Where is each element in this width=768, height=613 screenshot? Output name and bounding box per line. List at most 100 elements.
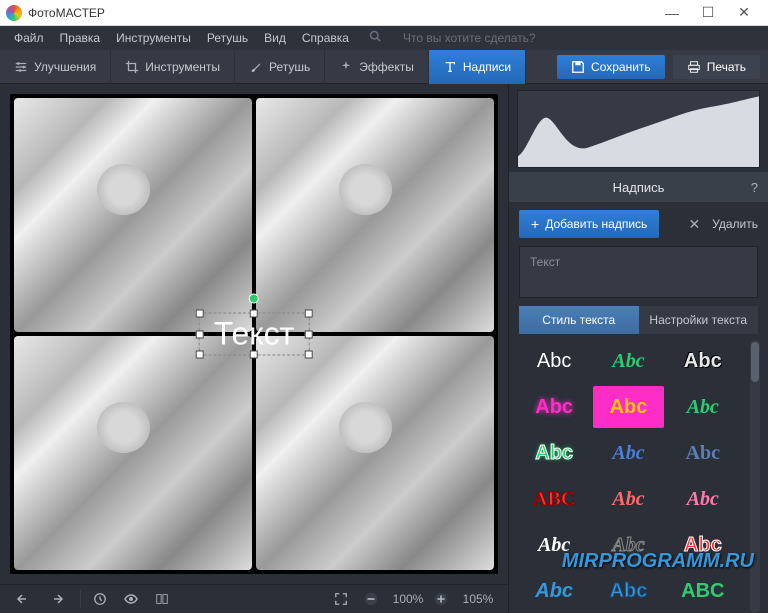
panel-title: Надпись bbox=[613, 180, 665, 195]
tab-tools[interactable]: Инструменты bbox=[111, 50, 235, 84]
x-icon: ✕ bbox=[688, 216, 700, 233]
brush-icon bbox=[249, 60, 263, 74]
save-icon bbox=[571, 60, 585, 74]
close-button[interactable]: ✕ bbox=[726, 0, 762, 26]
save-label: Сохранить bbox=[591, 60, 651, 74]
tab-enhance-label: Улучшения bbox=[34, 60, 96, 74]
minimize-button[interactable]: — bbox=[654, 0, 690, 26]
text-style-option[interactable]: Abc bbox=[519, 525, 589, 567]
overlay-text: Текст bbox=[214, 316, 295, 352]
search-placeholder[interactable]: Что вы хотите сделать? bbox=[395, 26, 544, 50]
text-style-option[interactable]: Abc bbox=[668, 432, 738, 474]
text-style-option[interactable]: Abc bbox=[593, 478, 663, 520]
crop-icon bbox=[125, 60, 139, 74]
text-style-option[interactable]: ABC bbox=[668, 571, 738, 613]
window-title: ФотоМАСТЕР bbox=[28, 6, 654, 20]
fit-screen-button[interactable] bbox=[328, 588, 354, 610]
print-icon bbox=[687, 60, 701, 74]
delete-caption-button[interactable]: ✕ Удалить bbox=[688, 216, 758, 233]
menu-edit[interactable]: Правка bbox=[52, 26, 109, 50]
sparkle-icon bbox=[339, 60, 353, 74]
menu-file[interactable]: Файл bbox=[6, 26, 52, 50]
text-tabs: Стиль текста Настройки текста bbox=[519, 306, 758, 334]
zoom-in-button[interactable] bbox=[428, 588, 454, 610]
add-caption-label: Добавить надпись bbox=[545, 217, 647, 231]
search-icon bbox=[361, 26, 389, 50]
history-button[interactable] bbox=[87, 588, 113, 610]
tab-tools-label: Инструменты bbox=[145, 60, 220, 74]
text-style-option[interactable]: Abc bbox=[593, 432, 663, 474]
text-style-option[interactable]: Abc bbox=[593, 386, 663, 428]
photo-tile bbox=[14, 98, 252, 332]
scroll-thumb[interactable] bbox=[751, 342, 759, 382]
caption-text-input[interactable]: Текст bbox=[519, 246, 758, 298]
text-style-option[interactable]: Abc bbox=[668, 478, 738, 520]
tab-retouch[interactable]: Ретушь bbox=[235, 50, 325, 84]
text-style-option[interactable]: Abc bbox=[593, 340, 663, 382]
panel-actions: + Добавить надпись ✕ Удалить bbox=[509, 202, 768, 246]
menubar: Файл Правка Инструменты Ретушь Вид Справ… bbox=[0, 26, 768, 50]
menu-retouch[interactable]: Ретушь bbox=[199, 26, 256, 50]
tab-text-settings[interactable]: Настройки текста bbox=[639, 306, 759, 334]
menu-view[interactable]: Вид bbox=[256, 26, 294, 50]
add-caption-button[interactable]: + Добавить надпись bbox=[519, 210, 659, 238]
text-style-option[interactable]: Abc bbox=[668, 386, 738, 428]
tab-retouch-label: Ретушь bbox=[269, 60, 310, 74]
panel-header: Надпись ? bbox=[509, 172, 768, 202]
tab-effects-label: Эффекты bbox=[359, 60, 414, 74]
resize-handle[interactable] bbox=[250, 310, 258, 318]
tab-captions-label: Надписи bbox=[463, 60, 511, 74]
sliders-icon bbox=[14, 60, 28, 74]
tab-text-style[interactable]: Стиль текста bbox=[519, 306, 639, 334]
canvas[interactable]: Текст bbox=[10, 94, 498, 574]
resize-handle[interactable] bbox=[304, 351, 312, 359]
text-style-option[interactable]: Abc bbox=[519, 386, 589, 428]
bottom-bar: 100% 105% bbox=[0, 584, 508, 613]
text-style-option[interactable]: ABC bbox=[519, 478, 589, 520]
menu-help[interactable]: Справка bbox=[294, 26, 357, 50]
side-panel: Надпись ? + Добавить надпись ✕ Удалить Т… bbox=[508, 84, 768, 613]
text-style-option[interactable]: Abc bbox=[668, 525, 738, 567]
resize-handle[interactable] bbox=[196, 310, 204, 318]
undo-button[interactable] bbox=[10, 588, 38, 610]
text-style-option[interactable]: Abc bbox=[593, 525, 663, 567]
tab-effects[interactable]: Эффекты bbox=[325, 50, 429, 84]
text-overlay[interactable]: Текст bbox=[199, 313, 310, 356]
tab-captions[interactable]: Надписи bbox=[429, 50, 526, 84]
main-area: Текст bbox=[0, 84, 768, 613]
tab-enhance[interactable]: Улучшения bbox=[0, 50, 111, 84]
resize-handle[interactable] bbox=[196, 351, 204, 359]
text-style-option[interactable]: Abc bbox=[519, 340, 589, 382]
zoom-out-button[interactable] bbox=[358, 588, 384, 610]
print-button[interactable]: Печать bbox=[673, 55, 760, 79]
compare-button[interactable] bbox=[149, 588, 175, 610]
zoom-value-1: 100% bbox=[388, 592, 428, 606]
titlebar: ФотоМАСТЕР — ☐ ✕ bbox=[0, 0, 768, 26]
save-button[interactable]: Сохранить bbox=[557, 55, 665, 79]
text-styles-grid: Abc Abc Abc Abc Abc Abc Abc Abc Abc ABC … bbox=[519, 340, 746, 613]
text-icon bbox=[443, 60, 457, 74]
text-style-option[interactable]: Abc bbox=[519, 432, 589, 474]
maximize-button[interactable]: ☐ bbox=[690, 0, 726, 26]
zoom-value-2: 105% bbox=[458, 592, 498, 606]
preview-button[interactable] bbox=[117, 588, 145, 610]
text-style-option[interactable]: Abc bbox=[668, 340, 738, 382]
resize-handle[interactable] bbox=[304, 330, 312, 338]
photo-tile bbox=[256, 98, 494, 332]
caption-text-placeholder: Текст bbox=[530, 255, 560, 269]
text-style-option[interactable]: Abc bbox=[519, 571, 589, 613]
app-logo-icon bbox=[6, 5, 22, 21]
photo-tile bbox=[14, 336, 252, 570]
redo-button[interactable] bbox=[42, 588, 70, 610]
delete-label: Удалить bbox=[712, 217, 758, 231]
resize-handle[interactable] bbox=[250, 351, 258, 359]
resize-handle[interactable] bbox=[196, 330, 204, 338]
help-icon[interactable]: ? bbox=[751, 180, 758, 195]
histogram bbox=[517, 90, 760, 168]
resize-handle[interactable] bbox=[304, 310, 312, 318]
styles-scrollbar[interactable] bbox=[750, 340, 760, 613]
photo-tile bbox=[256, 336, 494, 570]
menu-tools[interactable]: Инструменты bbox=[108, 26, 199, 50]
toolbar: Улучшения Инструменты Ретушь Эффекты Над… bbox=[0, 50, 768, 84]
text-style-option[interactable]: Abc bbox=[593, 571, 663, 613]
